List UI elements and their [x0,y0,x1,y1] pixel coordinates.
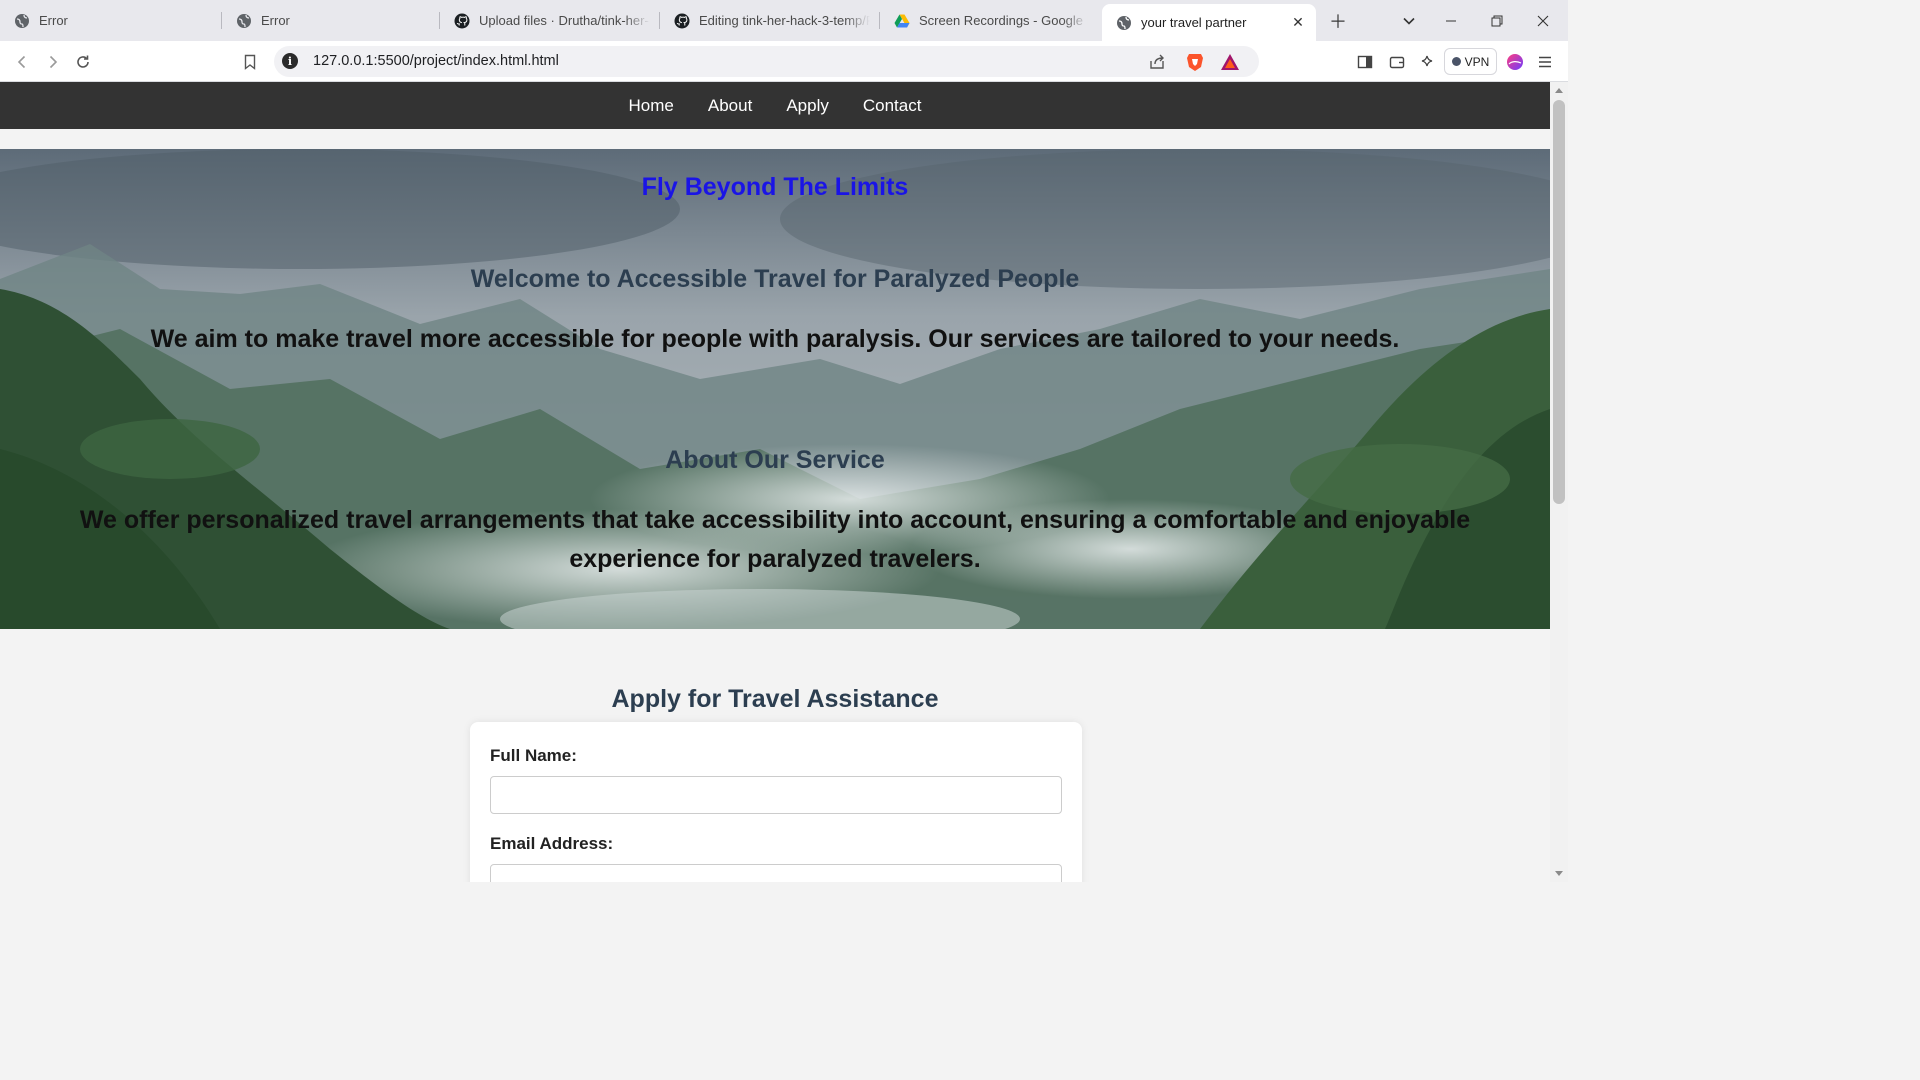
share-icon[interactable] [1147,52,1167,72]
nav-link-about[interactable]: About [708,96,752,116]
bookmark-icon[interactable] [237,49,263,75]
github-icon [454,13,470,29]
nav-link-apply[interactable]: Apply [786,96,829,116]
email-input[interactable] [490,864,1062,882]
about-heading: About Our Service [665,446,885,474]
scroll-down-icon[interactable] [1555,871,1563,876]
welcome-text: We aim to make travel more accessible fo… [150,325,1400,353]
close-window-icon[interactable] [1520,0,1566,41]
scrollbar-thumb[interactable] [1553,100,1565,504]
globe-icon [236,13,252,29]
sidebar-icon[interactable] [1352,49,1378,75]
page-viewport: Home About Apply Contact Fly Beyond The … [0,82,1550,882]
profile-avatar-icon[interactable] [1502,49,1528,75]
back-icon[interactable] [9,49,35,75]
brave-rewards-icon[interactable] [1220,52,1240,72]
apply-heading: Apply for Travel Assistance [611,685,939,713]
nav-link-home[interactable]: Home [629,96,674,116]
tab-title: Error [261,13,290,28]
forward-icon[interactable] [40,49,66,75]
url-text: 127.0.0.1:5500/project/index.html.html [313,53,559,69]
brave-shields-icon[interactable] [1185,52,1205,72]
google-drive-icon [894,13,910,29]
browser-tab[interactable]: Editing tink-her-hack-3-temp/R [660,4,880,37]
browser-tab-active[interactable]: your travel partner ✕ [1102,4,1316,41]
nav-link-contact[interactable]: Contact [863,96,922,116]
full-name-input[interactable] [490,776,1062,814]
globe-icon [1116,15,1132,31]
scroll-up-icon[interactable] [1555,88,1563,93]
page-scrollbar[interactable] [1550,82,1568,882]
browser-tab[interactable]: Upload files · Drutha/tink-her-h [440,4,660,37]
email-label: Email Address: [490,834,614,853]
brand-title: Fly Beyond The Limits [641,173,909,201]
tab-title: your travel partner [1141,15,1247,30]
browser-tab[interactable]: Screen Recordings - Google Dr [880,4,1098,37]
tab-title: Screen Recordings - Google Dr [919,13,1088,28]
tab-title: Error [39,13,68,28]
welcome-heading: Welcome to Accessible Travel for Paralyz… [470,265,1080,293]
browser-tab[interactable]: Error [222,4,440,37]
site-navbar: Home About Apply Contact [0,82,1550,129]
address-bar[interactable]: i 127.0.0.1:5500/project/index.html.html [274,46,1259,77]
vpn-label: VPN [1464,54,1490,69]
minimize-icon[interactable] [1428,0,1474,41]
new-tab-icon[interactable]: ＋ [1325,8,1351,34]
wallet-icon[interactable] [1384,49,1410,75]
menu-icon[interactable] [1532,49,1558,75]
reload-icon[interactable] [70,49,96,75]
application-form: Full Name: Email Address: [470,722,1082,882]
tab-strip: Error Error Upload files · Drutha/tink-h… [0,0,1568,41]
full-name-label: Full Name: [490,746,577,765]
vpn-status-icon [1451,57,1461,66]
hero-section: Fly Beyond The Limits Welcome to Accessi… [0,149,1550,629]
about-text: We offer personalized travel arrangement… [79,506,1471,573]
restore-icon[interactable] [1474,0,1520,41]
leo-ai-icon[interactable] [1414,49,1440,75]
github-icon [674,13,690,29]
globe-icon [14,13,30,29]
browser-tab[interactable]: Error [0,4,222,37]
tab-search-icon[interactable] [1396,8,1422,34]
site-info-icon[interactable]: i [282,53,298,69]
close-tab-icon[interactable]: ✕ [1290,14,1306,31]
tab-title: Upload files · Drutha/tink-her-h [479,13,650,28]
vpn-button[interactable]: VPN [1444,48,1497,75]
tab-title: Editing tink-her-hack-3-temp/R [699,13,870,28]
browser-toolbar: i 127.0.0.1:5500/project/index.html.html… [0,41,1568,82]
